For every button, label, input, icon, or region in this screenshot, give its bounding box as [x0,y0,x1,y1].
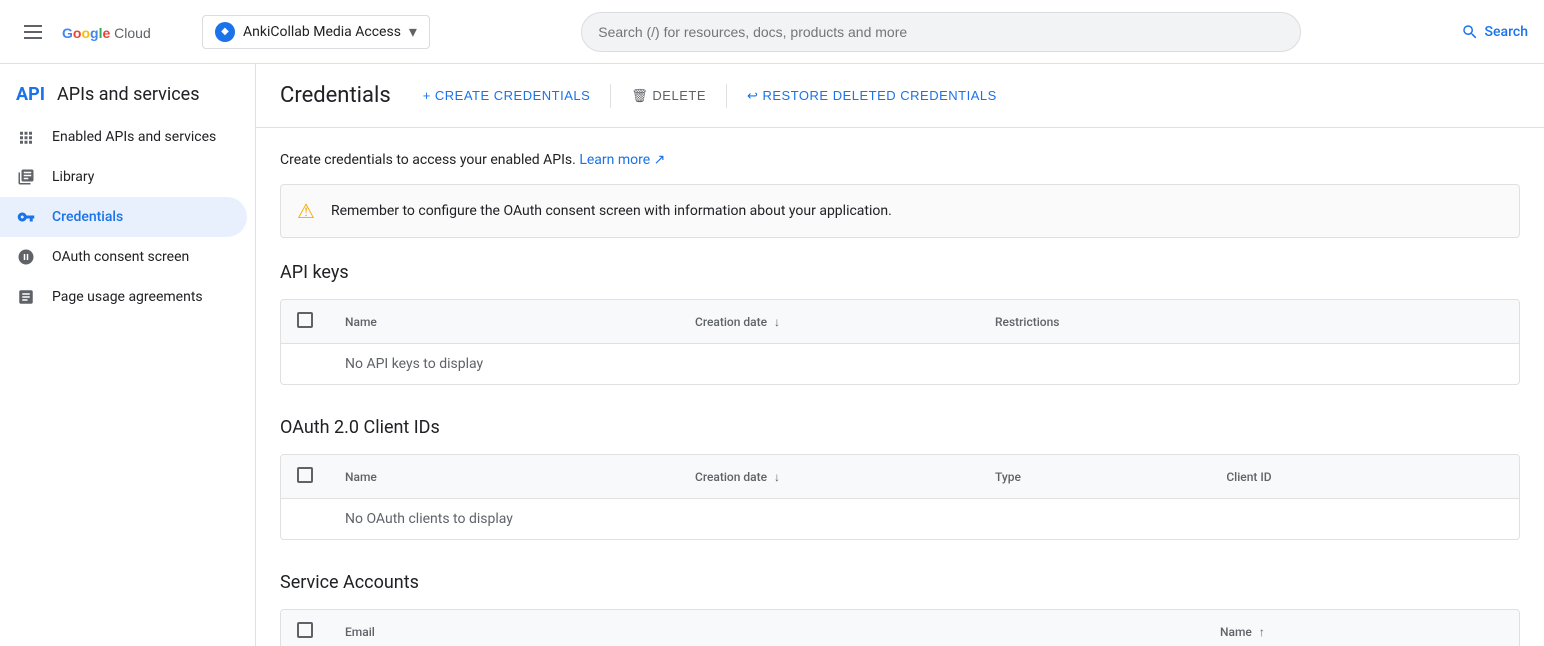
oauth-icon [16,247,36,267]
search-bar[interactable] [581,12,1301,52]
learn-more-link[interactable]: Learn more ↗ [579,152,665,168]
delete-label: 🗑 DELETE [631,88,706,104]
restore-deleted-credentials-button[interactable]: ↩ RESTORE DELETED CREDENTIALS [735,80,1009,112]
oauth-clientid-header: Client ID [1210,455,1519,499]
logo-svg: Google Cloud [62,22,182,42]
create-credentials-button[interactable]: + CREATE CREDENTIALS [411,80,603,111]
oauth-table-container: Name Creation date Type C [280,454,1520,540]
sidebar-item-oauth-label: OAuth consent screen [52,249,189,265]
agreements-icon [16,287,36,307]
sidebar-item-page-usage[interactable]: Page usage agreements [0,277,247,317]
search-input[interactable] [598,24,1284,40]
sa-sort-icon [1259,625,1265,639]
oauth-name-header[interactable]: Name [329,455,679,499]
page-title: Credentials [280,83,391,108]
restore-label: ↩ RESTORE DELETED CREDENTIALS [747,88,997,104]
oauth-checkbox-header [281,455,329,499]
warning-banner: ⚠ Remember to configure the OAuth consen… [280,184,1520,238]
search-icon [1461,23,1479,41]
api-keys-name-header[interactable]: Name [329,300,679,344]
toolbar-separator-1 [610,84,611,108]
oauth-type-header: Type [979,455,1210,499]
sa-checkbox-header [281,610,329,646]
oauth-select-all-checkbox[interactable] [297,467,313,483]
app-header: Google Cloud ◆ AnkiCollab Media Access ▾… [0,0,1544,64]
sa-name-header[interactable]: Name [1204,610,1519,646]
sidebar-item-library-label: Library [52,169,94,185]
sidebar-item-credentials[interactable]: Credentials [0,197,247,237]
api-keys-title: API keys [280,262,1520,283]
api-keys-section: API keys Name Creation date [280,262,1520,385]
app-layout: API APIs and services Enabled APIs and s… [0,64,1544,646]
sidebar-item-credentials-label: Credentials [52,209,123,225]
sidebar-item-enabled-label: Enabled APIs and services [52,129,216,145]
search-button-label: Search [1485,24,1528,40]
menu-button[interactable] [16,17,50,47]
project-selector[interactable]: ◆ AnkiCollab Media Access ▾ [202,15,430,49]
sidebar-item-enabled[interactable]: Enabled APIs and services [0,117,247,157]
service-accounts-title: Service Accounts [280,572,1520,593]
api-keys-date-header[interactable]: Creation date [679,300,979,344]
oauth-empty-message: No OAuth clients to display [329,499,1519,540]
warning-icon: ⚠ [297,199,315,223]
credentials-toolbar: Credentials + CREATE CREDENTIALS 🗑 DELET… [256,64,1544,128]
api-icon: API [16,84,45,105]
api-keys-checkbox-header [281,300,329,344]
service-accounts-table: Email Name [281,610,1519,646]
key-icon [16,207,36,227]
sidebar-title: APIs and services [57,84,200,105]
sa-email-header[interactable]: Email [329,610,1204,646]
project-name: AnkiCollab Media Access [243,24,401,40]
sidebar-item-library[interactable]: Library [0,157,247,197]
oauth-title: OAuth 2.0 Client IDs [280,417,1520,438]
delete-button[interactable]: 🗑 DELETE [619,80,718,112]
main-content: Credentials + CREATE CREDENTIALS 🗑 DELET… [256,64,1544,646]
sidebar: API APIs and services Enabled APIs and s… [0,64,256,646]
api-keys-empty-message: No API keys to display [329,344,1519,385]
project-icon: ◆ [215,22,235,42]
api-keys-sort-icon [774,315,780,329]
sidebar-header: API APIs and services [0,72,255,117]
oauth-sort-icon [774,470,780,484]
create-credentials-label: + CREATE CREDENTIALS [423,88,591,103]
api-keys-table: Name Creation date Restrictions [281,300,1519,384]
service-accounts-table-container: Email Name [280,609,1520,646]
warning-text: Remember to configure the OAuth consent … [331,203,892,219]
sa-select-all-checkbox[interactable] [297,622,313,638]
oauth-table: Name Creation date Type C [281,455,1519,539]
grid-icon [16,127,36,147]
api-keys-table-header: Name Creation date Restrictions [281,300,1519,344]
toolbar-separator-2 [726,84,727,108]
search-button[interactable]: Search [1461,23,1528,41]
library-icon [16,167,36,187]
service-accounts-table-header: Email Name [281,610,1519,646]
credentials-content: Create credentials to access your enable… [256,128,1544,646]
sidebar-item-oauth[interactable]: OAuth consent screen [0,237,247,277]
svg-text:Google Cloud: Google Cloud [62,25,151,41]
api-keys-select-all-checkbox[interactable] [297,312,313,328]
service-accounts-section: Service Accounts Email Name [280,572,1520,646]
api-keys-empty-row: No API keys to display [281,344,1519,385]
oauth-table-header: Name Creation date Type C [281,455,1519,499]
sidebar-item-page-usage-label: Page usage agreements [52,289,203,305]
api-keys-table-container: Name Creation date Restrictions [280,299,1520,385]
oauth-date-header[interactable]: Creation date [679,455,979,499]
intro-text: Create credentials to access your enable… [280,152,1520,168]
api-keys-restrictions-header: Restrictions [979,300,1519,344]
google-cloud-logo: Google Cloud [62,22,182,42]
oauth-empty-row: No OAuth clients to display [281,499,1519,540]
oauth-section: OAuth 2.0 Client IDs Name Creation date [280,417,1520,540]
chevron-down-icon: ▾ [409,22,417,41]
